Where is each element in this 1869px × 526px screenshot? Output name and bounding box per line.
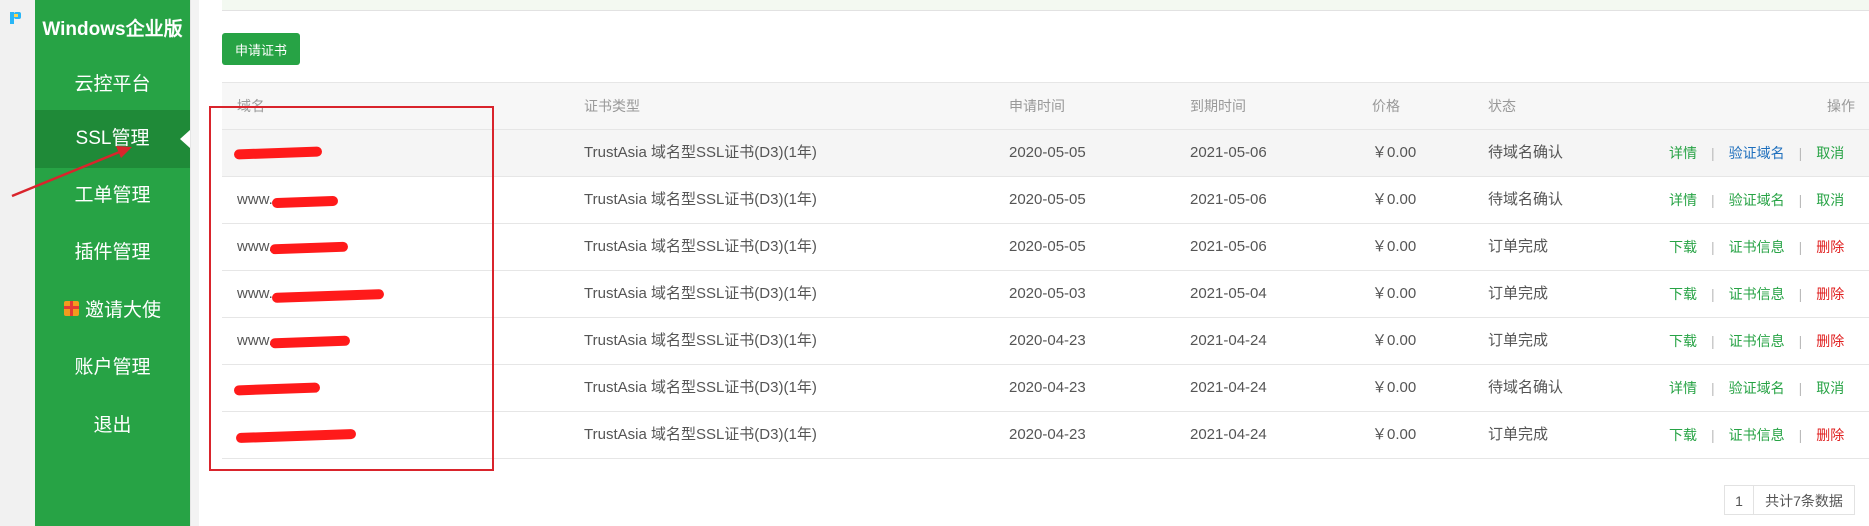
details-link[interactable]: 详情 bbox=[1669, 192, 1697, 208]
sidebar-item-logout[interactable]: 退出 bbox=[35, 397, 190, 455]
action-separator: | bbox=[1798, 380, 1803, 396]
annotation-box bbox=[209, 106, 494, 471]
row-actions: 详情 | 验证域名 | 取消 bbox=[1669, 365, 1844, 411]
download-link[interactable]: 下载 bbox=[1669, 286, 1697, 302]
action-separator: | bbox=[1711, 239, 1715, 255]
action-separator: | bbox=[1798, 239, 1803, 255]
sidebar-item-label: 邀请大使 bbox=[84, 300, 161, 321]
action-separator: | bbox=[1798, 333, 1803, 349]
action-separator: | bbox=[1711, 333, 1715, 349]
apply-time-cell: 2020-04-23 bbox=[1009, 426, 1086, 443]
price-cell: ￥0.00 bbox=[1372, 285, 1417, 302]
action-separator: | bbox=[1798, 145, 1803, 161]
header-price: 价格 bbox=[1372, 98, 1400, 114]
sidebar-item-label: 账户管理 bbox=[74, 357, 151, 378]
header-expire-time: 到期时间 bbox=[1190, 98, 1246, 114]
sidebar-divider bbox=[190, 0, 199, 526]
action-separator: | bbox=[1798, 286, 1803, 302]
status-cell: 订单完成 bbox=[1488, 285, 1549, 302]
verify-domain-link[interactable]: 验证域名 bbox=[1729, 145, 1785, 161]
status-cell: 订单完成 bbox=[1488, 332, 1549, 349]
details-link[interactable]: 详情 bbox=[1669, 380, 1697, 396]
action-separator: | bbox=[1798, 192, 1803, 208]
pagination-page[interactable]: 1 bbox=[1724, 485, 1754, 515]
download-link[interactable]: 下载 bbox=[1669, 333, 1697, 349]
status-cell: 待域名确认 bbox=[1488, 379, 1564, 396]
verify-domain-link[interactable]: 验证域名 bbox=[1729, 380, 1785, 396]
sidebar-item-invite[interactable]: 邀请大使 bbox=[35, 282, 190, 340]
sidebar-item-label: 退出 bbox=[93, 415, 132, 436]
expire-time-cell: 2021-05-04 bbox=[1190, 285, 1267, 302]
delete-link[interactable]: 删除 bbox=[1816, 239, 1844, 255]
price-cell: ￥0.00 bbox=[1372, 238, 1417, 255]
sidebar-item-label: 插件管理 bbox=[74, 242, 151, 263]
expire-time-cell: 2021-04-24 bbox=[1190, 332, 1267, 349]
download-link[interactable]: 下载 bbox=[1669, 427, 1697, 443]
row-actions: 下载 | 证书信息 | 删除 bbox=[1669, 318, 1844, 364]
header-status: 状态 bbox=[1488, 98, 1516, 114]
apply-time-cell: 2020-04-23 bbox=[1009, 332, 1086, 349]
top-notice-bar bbox=[222, 0, 1869, 11]
apply-time-cell: 2020-05-05 bbox=[1009, 144, 1086, 161]
type-cell: TrustAsia 域名型SSL证书(D3)(1年) bbox=[584, 238, 817, 255]
row-actions: 下载 | 证书信息 | 删除 bbox=[1669, 412, 1844, 458]
status-cell: 订单完成 bbox=[1488, 426, 1549, 443]
type-cell: TrustAsia 域名型SSL证书(D3)(1年) bbox=[584, 144, 817, 161]
action-separator: | bbox=[1711, 286, 1715, 302]
cert-info-link[interactable]: 证书信息 bbox=[1729, 286, 1785, 302]
delete-link[interactable]: 删除 bbox=[1816, 333, 1844, 349]
cert-info-link[interactable]: 证书信息 bbox=[1729, 333, 1785, 349]
pagination-total: 共计7条数据 bbox=[1753, 485, 1855, 515]
action-separator: | bbox=[1711, 427, 1715, 443]
verify-domain-link[interactable]: 验证域名 bbox=[1729, 192, 1785, 208]
action-separator: | bbox=[1798, 427, 1803, 443]
cancel-link[interactable]: 取消 bbox=[1816, 145, 1844, 161]
apply-certificate-button[interactable]: 申请证书 bbox=[222, 33, 300, 65]
header-type: 证书类型 bbox=[584, 98, 640, 114]
sidebar-item-plugins[interactable]: 插件管理 bbox=[35, 224, 190, 282]
action-separator: | bbox=[1711, 380, 1715, 396]
price-cell: ￥0.00 bbox=[1372, 191, 1417, 208]
expire-time-cell: 2021-04-24 bbox=[1190, 379, 1267, 396]
annotation-arrow-icon bbox=[11, 146, 132, 198]
apply-time-cell: 2020-04-23 bbox=[1009, 379, 1086, 396]
expire-time-cell: 2021-04-24 bbox=[1190, 426, 1267, 443]
status-cell: 待域名确认 bbox=[1488, 144, 1564, 161]
delete-link[interactable]: 删除 bbox=[1816, 427, 1844, 443]
row-actions: 详情 | 验证域名 | 取消 bbox=[1669, 130, 1844, 176]
apply-time-cell: 2020-05-03 bbox=[1009, 285, 1086, 302]
expire-time-cell: 2021-05-06 bbox=[1190, 238, 1267, 255]
type-cell: TrustAsia 域名型SSL证书(D3)(1年) bbox=[584, 285, 817, 302]
type-cell: TrustAsia 域名型SSL证书(D3)(1年) bbox=[584, 426, 817, 443]
action-separator: | bbox=[1711, 192, 1715, 208]
sidebar-item-account[interactable]: 账户管理 bbox=[35, 339, 190, 397]
type-cell: TrustAsia 域名型SSL证书(D3)(1年) bbox=[584, 379, 817, 396]
cert-info-link[interactable]: 证书信息 bbox=[1729, 239, 1785, 255]
row-actions: 下载 | 证书信息 | 删除 bbox=[1669, 224, 1844, 270]
status-cell: 待域名确认 bbox=[1488, 191, 1564, 208]
apply-time-cell: 2020-05-05 bbox=[1009, 191, 1086, 208]
cancel-link[interactable]: 取消 bbox=[1816, 192, 1844, 208]
cancel-link[interactable]: 取消 bbox=[1816, 380, 1844, 396]
action-separator: | bbox=[1711, 145, 1715, 161]
price-cell: ￥0.00 bbox=[1372, 379, 1417, 396]
type-cell: TrustAsia 域名型SSL证书(D3)(1年) bbox=[584, 332, 817, 349]
header-actions: 操作 bbox=[1827, 98, 1855, 114]
row-actions: 详情 | 验证域名 | 取消 bbox=[1669, 177, 1844, 223]
download-link[interactable]: 下载 bbox=[1669, 239, 1697, 255]
expire-time-cell: 2021-05-06 bbox=[1190, 191, 1267, 208]
price-cell: ￥0.00 bbox=[1372, 332, 1417, 349]
status-cell: 订单完成 bbox=[1488, 238, 1549, 255]
price-cell: ￥0.00 bbox=[1372, 144, 1417, 161]
apply-time-cell: 2020-05-05 bbox=[1009, 238, 1086, 255]
type-cell: TrustAsia 域名型SSL证书(D3)(1年) bbox=[584, 191, 817, 208]
price-cell: ￥0.00 bbox=[1372, 426, 1417, 443]
cert-info-link[interactable]: 证书信息 bbox=[1729, 427, 1785, 443]
row-actions: 下载 | 证书信息 | 删除 bbox=[1669, 271, 1844, 317]
delete-link[interactable]: 删除 bbox=[1816, 286, 1844, 302]
expire-time-cell: 2021-05-06 bbox=[1190, 144, 1267, 161]
details-link[interactable]: 详情 bbox=[1669, 145, 1697, 161]
gift-icon bbox=[63, 301, 79, 317]
header-apply-time: 申请时间 bbox=[1009, 98, 1065, 114]
